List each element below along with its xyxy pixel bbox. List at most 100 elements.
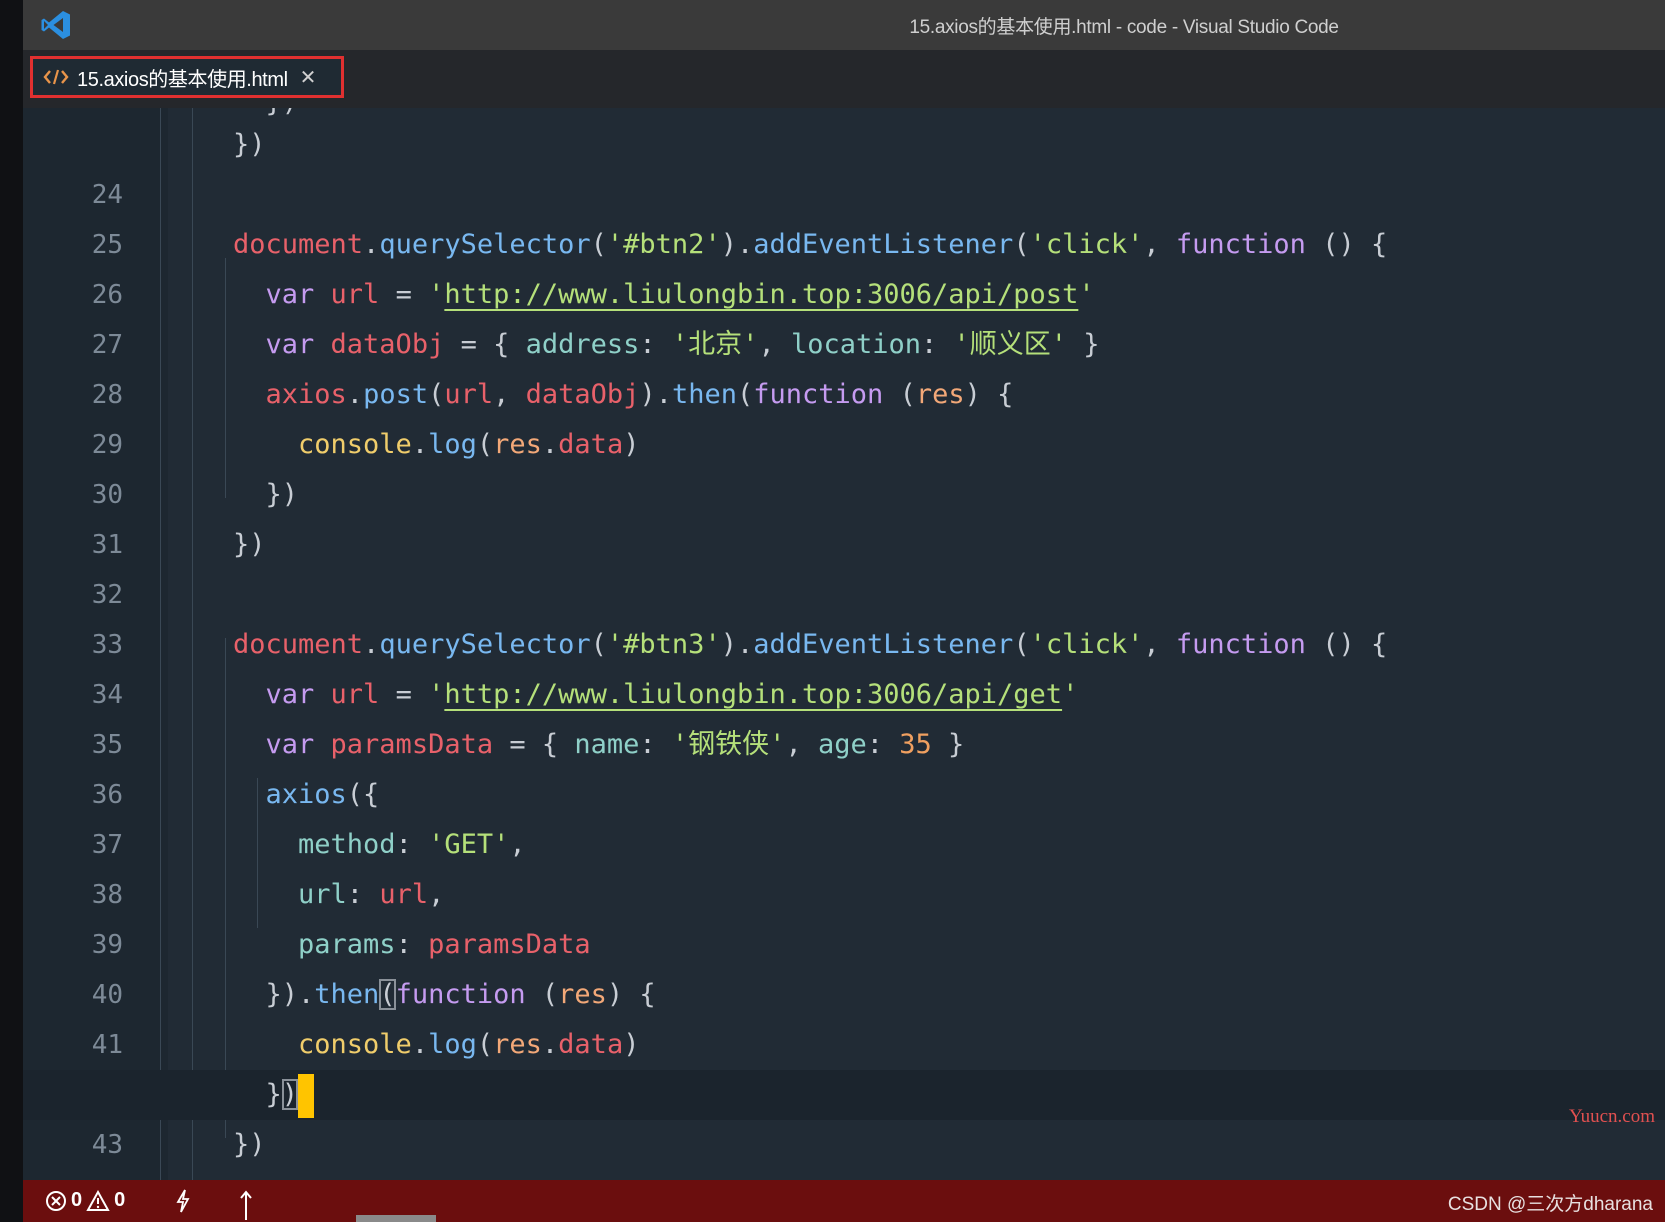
code-line: 33 (23, 570, 1665, 660)
code-line: 41 }).then(function (res) { (23, 970, 1665, 1060)
code-token: res (915, 379, 965, 410)
code-line: 38 method: 'GET', (23, 820, 1665, 910)
code-token: , (785, 729, 818, 760)
close-icon[interactable]: ✕ (300, 65, 317, 89)
code-token: 35 (899, 729, 932, 760)
code-token: () { (1305, 629, 1388, 660)
code-token: ) { (964, 379, 1014, 410)
code-token: 'click' (1029, 629, 1144, 660)
window-title: 15.axios的基本使用.html - code - Visual Studi… (909, 17, 1339, 38)
url-link[interactable]: http://www.liulongbin.top:3006/api/post (444, 279, 1078, 310)
code-token: ' (428, 279, 445, 310)
code-line: 29 axios.post(url, dataObj).then(functio… (23, 370, 1665, 460)
code-token: url (314, 279, 380, 310)
code-token: url (444, 379, 494, 410)
code-token: data (558, 429, 624, 460)
code-token: : (395, 829, 429, 860)
code-token: res (493, 429, 542, 460)
html-file-icon (43, 69, 69, 85)
tab-active-file[interactable]: 15.axios的基本使用.html ✕ (30, 56, 344, 98)
code-token: , (758, 329, 791, 360)
code-token: '#btn2' (606, 229, 721, 260)
code-token: , (509, 829, 526, 860)
code-line: 31 }) (23, 470, 1665, 560)
code-line: 28 var dataObj = { address: '北京', locati… (23, 320, 1665, 410)
code-token: . (363, 629, 380, 660)
code-token: ) (623, 429, 640, 460)
horizontal-scrollbar-thumb[interactable] (356, 1215, 436, 1222)
window-left-edge (0, 0, 23, 1222)
problems-indicator[interactable]: 0 0 (45, 1189, 125, 1212)
code-token: . (411, 1029, 429, 1060)
code-token: : (639, 329, 672, 360)
code-token: post (363, 379, 429, 410)
lightning-icon[interactable] (173, 1188, 193, 1214)
code-token: . (541, 1029, 559, 1060)
bracket-match: ) (281, 1079, 299, 1110)
code-token: ( (590, 629, 607, 660)
warning-count: 0 (114, 1189, 126, 1211)
code-token: . (411, 429, 429, 460)
code-token: axios (233, 779, 347, 810)
author-watermark: CSDN @三次方dharana (1447, 1194, 1653, 1215)
code-token: var (233, 329, 315, 360)
error-icon (46, 1190, 66, 1211)
code-token: 'click' (1029, 229, 1144, 260)
code-line: 37 axios({ (23, 770, 1665, 860)
code-token: console (233, 1029, 412, 1060)
code-token: var (233, 279, 315, 310)
code-token: ( (1013, 629, 1030, 660)
code-token: url (233, 879, 347, 910)
code-token: res (493, 1029, 542, 1060)
code-token: . (541, 429, 559, 460)
code-token: ( (737, 379, 754, 410)
code-token: . (363, 229, 380, 260)
line-number: 44 (23, 1170, 123, 1180)
code-token: ). (720, 229, 754, 260)
url-link[interactable]: http://www.liulongbin.top:3006/api/get (444, 679, 1062, 710)
code-token: log (428, 1029, 477, 1060)
code-token: ' (428, 679, 445, 710)
code-token: then (314, 979, 380, 1010)
code-token: ( (1013, 229, 1030, 260)
code-token: location (790, 329, 921, 360)
code-token: }) (233, 129, 266, 160)
code-token: then (671, 379, 737, 410)
code-token: }) (233, 479, 299, 510)
code-token: method (233, 829, 396, 860)
bracket-match: ( (379, 979, 396, 1010)
code-token: res (558, 979, 607, 1010)
code-token: }) (233, 1129, 266, 1160)
code-token: url (314, 679, 380, 710)
code-token: } (1067, 329, 1100, 360)
code-line: 32 }) (23, 520, 1665, 610)
code-line: 30 console.log(res.data) (23, 420, 1665, 510)
vscode-window: 15.axios的基本使用.html - code - Visual Studi… (0, 0, 1665, 1222)
code-token: = { (493, 729, 575, 760)
code-token: function (753, 379, 884, 410)
code-line: 25 (23, 170, 1665, 260)
code-token: : (866, 729, 900, 760)
code-token: ( (525, 979, 559, 1010)
code-token: ) { (606, 979, 656, 1010)
code-token: dataObj (525, 379, 640, 410)
tab-bar: 15.axios的基本使用.html ✕ (23, 50, 1665, 108)
code-token: axios (233, 379, 347, 410)
code-token: var (233, 679, 315, 710)
code-line-current: 43 }) (23, 1070, 1665, 1160)
warning-icon (86, 1189, 110, 1211)
code-token: addEventListener (753, 629, 1014, 660)
code-token: : (921, 329, 954, 360)
code-editor[interactable]: }) 24 }) 25 26 document.querySelector('#… (23, 108, 1665, 1180)
code-line: 44 }) (23, 1120, 1665, 1170)
code-token: function (395, 979, 526, 1010)
title-bar: 15.axios的基本使用.html - code - Visual Studi… (23, 0, 1665, 50)
code-line: 26 document.querySelector('#btn2').addEv… (23, 220, 1665, 310)
code-line: 27 var url = 'http://www.liulongbin.top:… (23, 270, 1665, 360)
code-line: 35 var url = 'http://www.liulongbin.top:… (23, 670, 1665, 760)
code-token: ( (590, 229, 607, 260)
code-token: console (233, 429, 412, 460)
code-token: ) (623, 1029, 640, 1060)
code-line: 24 }) (23, 120, 1665, 210)
code-token: document (233, 629, 364, 660)
